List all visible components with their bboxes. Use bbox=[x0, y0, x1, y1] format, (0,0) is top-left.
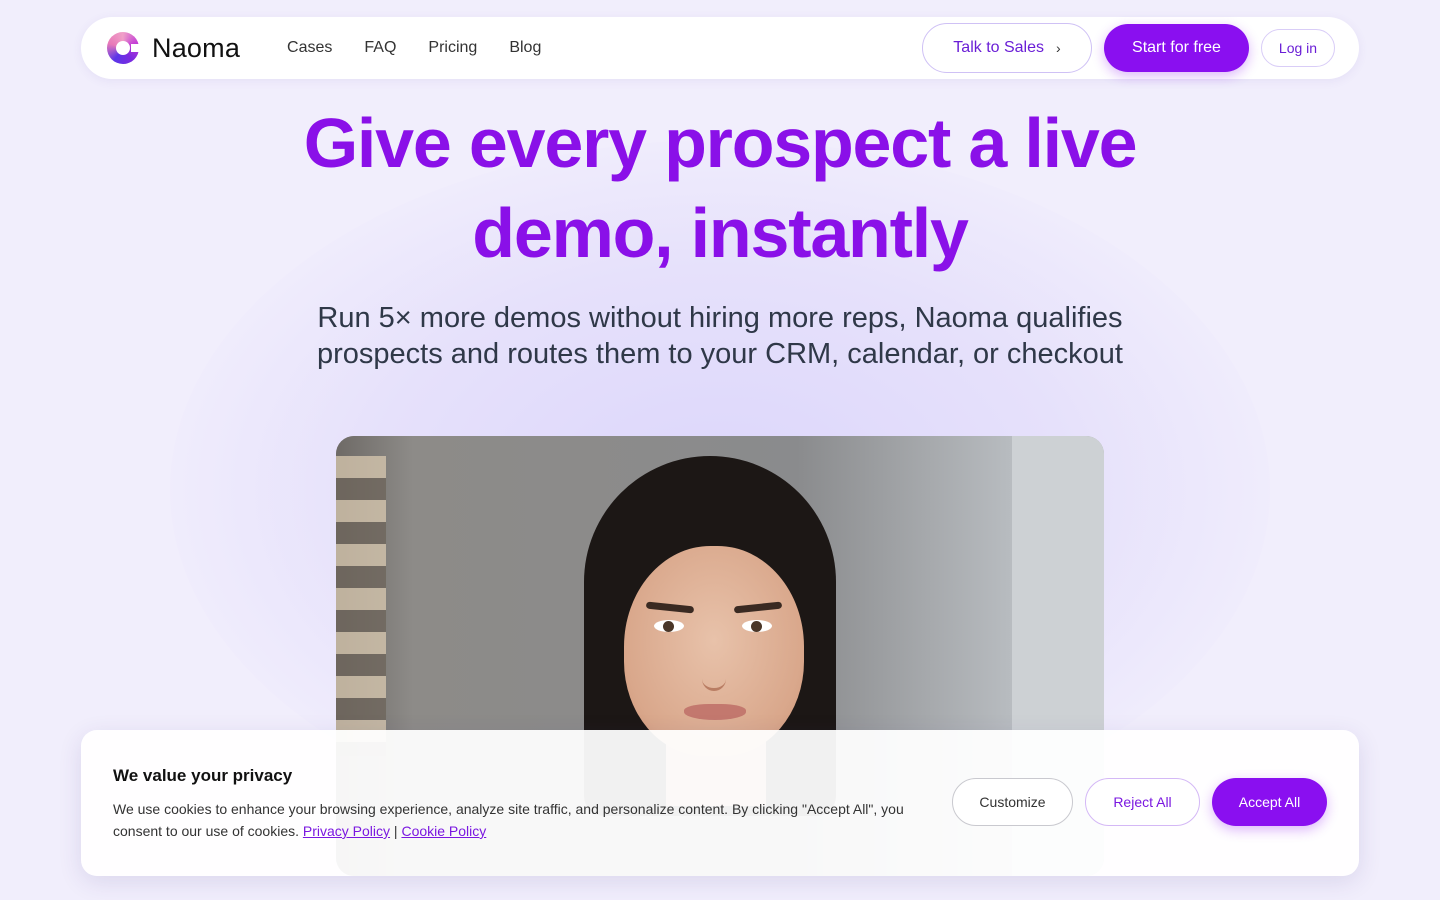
hero-subtitle: Run 5× more demos without hiring more re… bbox=[0, 300, 1440, 372]
log-in-button[interactable]: Log in bbox=[1261, 29, 1335, 67]
cookie-consent-banner: We value your privacy We use cookies to … bbox=[81, 730, 1359, 876]
nav-link-pricing[interactable]: Pricing bbox=[428, 39, 477, 57]
hero-headline: Give every prospect a live demo, instant… bbox=[0, 98, 1440, 278]
customize-button[interactable]: Customize bbox=[952, 778, 1073, 826]
talk-to-sales-label: Talk to Sales bbox=[953, 39, 1045, 56]
hero-headline-line2: demo, instantly bbox=[472, 194, 969, 272]
start-for-free-button[interactable]: Start for free bbox=[1104, 24, 1249, 72]
cookie-policy-link[interactable]: Cookie Policy bbox=[401, 823, 486, 839]
nav-links: Cases FAQ Pricing Blog bbox=[287, 39, 573, 57]
brand-logo[interactable]: Naoma bbox=[107, 32, 240, 64]
video-window-blinds bbox=[336, 456, 386, 756]
cookie-actions: Customize Reject All Accept All bbox=[940, 778, 1327, 826]
accept-all-button[interactable]: Accept All bbox=[1212, 778, 1327, 826]
top-navbar: Naoma Cases FAQ Pricing Blog Talk to Sal… bbox=[81, 17, 1359, 79]
avatar-left-eye bbox=[654, 620, 684, 632]
talk-to-sales-button[interactable]: Talk to Sales › bbox=[922, 23, 1092, 73]
privacy-policy-link[interactable]: Privacy Policy bbox=[303, 823, 390, 839]
nav-actions: Talk to Sales › Start for free Log in bbox=[922, 23, 1335, 73]
chevron-right-icon: › bbox=[1056, 40, 1061, 56]
nav-link-faq[interactable]: FAQ bbox=[364, 39, 396, 57]
avatar-nose bbox=[702, 641, 726, 691]
hero-headline-line1: Give every prospect a live bbox=[303, 104, 1138, 182]
cookie-text: We use cookies to enhance your browsing … bbox=[113, 801, 904, 839]
avatar-lips bbox=[684, 704, 746, 720]
naoma-logo-icon bbox=[107, 32, 141, 64]
nav-link-blog[interactable]: Blog bbox=[509, 39, 541, 57]
cookie-title: We value your privacy bbox=[113, 766, 293, 785]
reject-all-button[interactable]: Reject All bbox=[1085, 778, 1200, 826]
hero-subtitle-line1: Run 5× more demos without hiring more re… bbox=[317, 302, 1123, 334]
cookie-description: We use cookies to enhance your browsing … bbox=[113, 798, 943, 842]
avatar-right-eye bbox=[742, 620, 772, 632]
hero-subtitle-line2: prospects and routes them to your CRM, c… bbox=[317, 338, 1123, 370]
link-separator: | bbox=[393, 823, 398, 839]
brand-name: Naoma bbox=[152, 32, 241, 63]
nav-link-cases[interactable]: Cases bbox=[287, 39, 332, 57]
